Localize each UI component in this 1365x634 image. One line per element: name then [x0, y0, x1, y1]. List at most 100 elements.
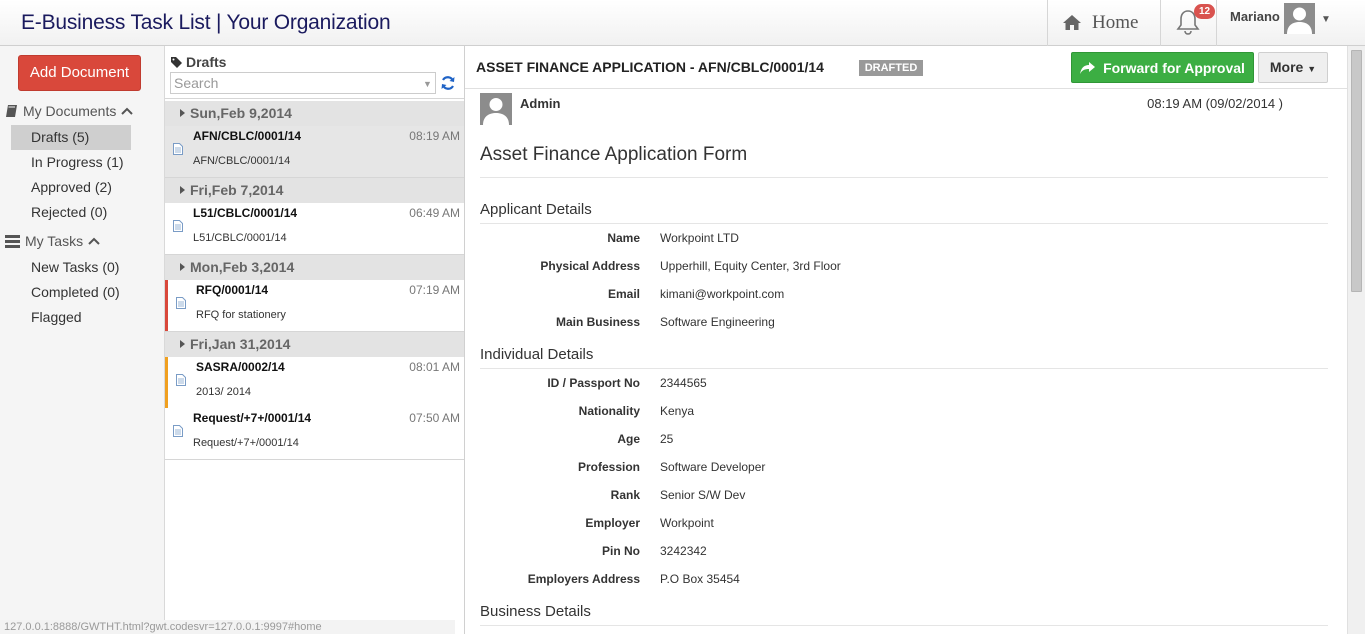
date-group-header: Mon,Feb 3,2014 — [165, 255, 464, 280]
list-item[interactable]: RFQ/0001/14 07:19 AM RFQ for stationery — [165, 280, 464, 332]
my-documents-section[interactable]: My Documents — [5, 103, 134, 119]
forward-label: Forward for Approval — [1103, 59, 1245, 76]
add-document-button[interactable]: Add Document — [18, 55, 141, 91]
app-title: E-Business Task List | Your Organization — [21, 11, 391, 34]
notifications-button[interactable]: 12 — [1161, 0, 1216, 45]
item-title: RFQ/0001/14 — [196, 283, 269, 297]
search-input[interactable] — [170, 72, 436, 94]
field-value: Workpoint — [660, 516, 714, 530]
field-label: Email — [607, 287, 640, 301]
my-tasks-section[interactable]: My Tasks — [5, 233, 100, 249]
document-timestamp: 08:19 AM (09/02/2014 ) — [1147, 96, 1283, 111]
sidebar-item-in-progress[interactable]: In Progress (1) — [11, 150, 131, 175]
field-value: Workpoint LTD — [660, 231, 739, 245]
document-icon — [173, 143, 183, 155]
document-icon — [173, 425, 183, 437]
top-bar: E-Business Task List | Your Organization… — [0, 0, 1365, 46]
priority-flag-bar — [165, 280, 168, 331]
field-label: Employer — [585, 516, 640, 530]
item-title: AFN/CBLC/0001/14 — [193, 129, 302, 143]
date-group-header: Fri,Feb 7,2014 — [165, 178, 464, 203]
divider — [480, 368, 1328, 369]
user-avatar — [1284, 3, 1315, 34]
field-value: 2344565 — [660, 376, 707, 390]
item-subtitle: AFN/CBLC/0001/14 — [193, 155, 291, 167]
section-title-applicant: Applicant Details — [480, 201, 592, 218]
more-button[interactable]: More ▼ — [1258, 52, 1328, 83]
section-title-business: Business Details — [480, 603, 591, 620]
field-label: Name — [607, 231, 640, 245]
section-title-individual: Individual Details — [480, 346, 594, 363]
sidebar-item-approved[interactable]: Approved (2) — [11, 175, 131, 200]
divider — [165, 98, 464, 99]
field-value: 3242342 — [660, 544, 707, 558]
field-value: Senior S/W Dev — [660, 488, 746, 502]
field-value: Kenya — [660, 404, 695, 418]
field-label: Employers Address — [527, 572, 640, 586]
item-time: 08:19 AM — [409, 129, 460, 143]
field-label: ID / Passport No — [547, 376, 640, 390]
item-title: L51/CBLC/0001/14 — [193, 206, 298, 220]
share-arrow-icon — [1080, 61, 1096, 74]
user-name: Mariano — [1230, 9, 1280, 24]
notification-count-badge: 12 — [1194, 4, 1215, 19]
user-silhouette-icon — [483, 98, 509, 125]
field-value: P.O Box 35454 — [660, 572, 740, 586]
chevron-up-icon — [121, 107, 134, 115]
divider — [480, 625, 1328, 626]
sidebar-item-drafts[interactable]: Drafts (5) — [11, 125, 131, 150]
caret-right-icon — [180, 109, 185, 117]
divider — [480, 177, 1328, 178]
list-item[interactable]: Request/+7+/0001/14 07:50 AM Request/+7+… — [165, 408, 464, 460]
status-bar-url: 127.0.0.1:8888/GWTHT.html?gwt.codesvr=12… — [0, 620, 455, 634]
tasks-icon — [5, 234, 20, 248]
home-icon — [1063, 15, 1081, 30]
list-item[interactable]: AFN/CBLC/0001/14 08:19 AM AFN/CBLC/0001/… — [165, 126, 464, 178]
document-list-panel: Drafts ▼ Sun,Feb 9,2014 AFN/CBLC/0001/14… — [165, 46, 465, 634]
item-subtitle: L51/CBLC/0001/14 — [193, 232, 287, 244]
field-label: Age — [617, 432, 640, 446]
field-label: Rank — [610, 488, 640, 502]
field-label: Nationality — [578, 404, 640, 418]
group-date-label: Sun,Feb 9,2014 — [190, 105, 292, 121]
user-menu[interactable]: Mariano ▼ — [1217, 0, 1365, 45]
item-subtitle: Request/+7+/0001/14 — [193, 437, 299, 449]
sidebar-item-rejected[interactable]: Rejected (0) — [11, 200, 131, 225]
scrollbar-thumb[interactable] — [1351, 50, 1362, 292]
date-group-header: Fri,Jan 31,2014 — [165, 332, 464, 357]
book-icon — [6, 105, 17, 117]
divider — [480, 223, 1328, 224]
field-value: 25 — [660, 432, 674, 446]
search-dropdown-icon[interactable]: ▼ — [423, 79, 432, 89]
priority-flag-bar — [165, 357, 168, 408]
my-tasks-label: My Tasks — [25, 233, 84, 249]
list-item[interactable]: SASRA/0002/14 08:01 AM 2013/ 2014 — [165, 357, 464, 409]
sidebar-item-new-tasks[interactable]: New Tasks (0) — [11, 255, 131, 280]
user-silhouette-icon — [1287, 7, 1312, 34]
list-header-label: Drafts — [186, 54, 227, 70]
field-value: Upperhill, Equity Center, 3rd Floor — [660, 259, 841, 273]
item-subtitle: RFQ for stationery — [196, 309, 286, 321]
sidebar: Add Document My Documents Drafts (5) In … — [0, 46, 165, 634]
tag-icon — [171, 56, 182, 68]
chevron-up-icon — [88, 237, 100, 245]
list-item[interactable]: L51/CBLC/0001/14 06:49 AM L51/CBLC/0001/… — [165, 203, 464, 255]
item-time: 06:49 AM — [409, 206, 460, 220]
item-time: 08:01 AM — [409, 360, 460, 374]
field-label: Pin No — [602, 544, 640, 558]
item-subtitle: 2013/ 2014 — [196, 386, 252, 398]
home-button[interactable]: Home — [1048, 0, 1160, 45]
home-label: Home — [1092, 11, 1139, 33]
item-title: Request/+7+/0001/14 — [193, 411, 312, 425]
list-header: Drafts — [171, 54, 226, 70]
forward-for-approval-button[interactable]: Forward for Approval — [1071, 52, 1254, 83]
caret-right-icon — [180, 186, 185, 194]
sidebar-item-completed[interactable]: Completed (0) — [11, 280, 131, 305]
field-label: Physical Address — [540, 259, 640, 273]
field-label: Profession — [577, 460, 640, 474]
sidebar-item-flagged[interactable]: Flagged — [11, 305, 131, 330]
field-value: Software Developer — [660, 460, 766, 474]
field-value: Software Engineering — [660, 315, 775, 329]
main-scrollbar[interactable] — [1347, 46, 1365, 634]
refresh-icon[interactable] — [440, 75, 456, 91]
